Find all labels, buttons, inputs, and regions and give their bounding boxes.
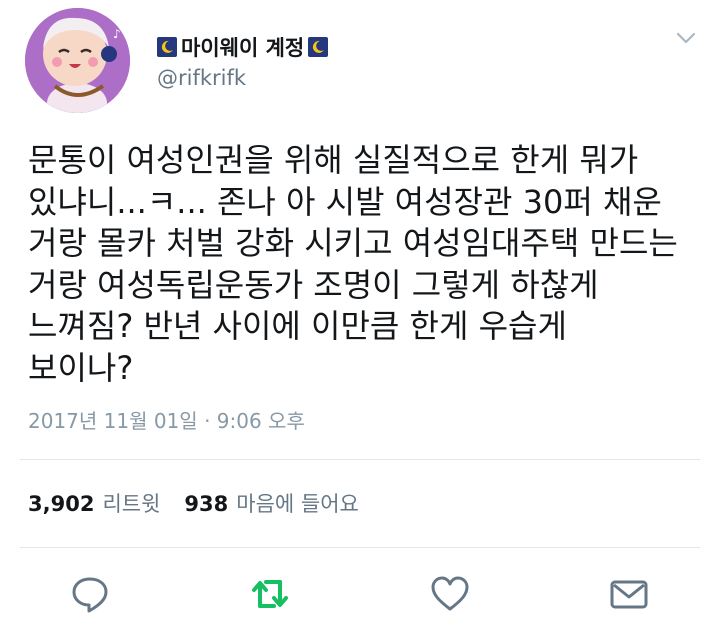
retweet-icon	[252, 580, 288, 608]
reply-icon	[72, 577, 108, 613]
tweet-header: ♪ 마이웨이 계정 @rifkrifk	[0, 0, 720, 130]
like-label[interactable]: 마음에 들어요	[236, 488, 359, 518]
crescent-moon-icon	[308, 37, 329, 57]
display-name: 마이웨이 계정	[181, 36, 305, 60]
tweet-text: 문통이 여성인권을 위해 실질적으로 한게 뭐가 있냐니...ㅋ... 존나 아…	[28, 140, 708, 389]
engagement-stats: 3,902 리트윗 938 마음에 들어요	[28, 488, 383, 518]
avatar-illustration: ♪	[25, 8, 130, 113]
svg-text:♪: ♪	[113, 27, 121, 41]
avatar[interactable]: ♪	[25, 8, 130, 113]
reply-button[interactable]	[68, 572, 112, 616]
heart-icon	[431, 576, 469, 611]
retweet-count[interactable]: 3,902	[28, 492, 94, 516]
envelope-icon	[610, 580, 648, 609]
tweet-text-line: 문통이 여성인권을 위해 실질적으로 한게 뭐가	[28, 141, 639, 179]
tweet-text-line: 보이나?	[28, 348, 134, 387]
action-bar	[0, 572, 720, 622]
divider	[20, 547, 700, 548]
crescent-moon-icon	[157, 37, 177, 57]
like-count[interactable]: 938	[184, 492, 228, 516]
tweet-timestamp: 2017년 11월 01일 · 9:06 오후	[28, 409, 305, 433]
divider	[20, 459, 700, 460]
tweet-text-line: 거랑 몰카 처벌 강화 시키고 여성임대주택 만드는	[28, 224, 678, 262]
tweet-text-line: 있냐니...ㅋ... 존나 아 시발 여성장관 30퍼 채운	[28, 182, 662, 221]
display-name-row[interactable]: 마이웨이 계정	[157, 33, 329, 61]
chevron-down-icon[interactable]	[674, 26, 698, 50]
tweet-text-line: 느껴짐? 반년 사이에 이만큼 한게 우습게	[28, 307, 567, 345]
message-button[interactable]	[607, 572, 651, 616]
retweet-label[interactable]: 리트윗	[102, 488, 160, 518]
like-button[interactable]	[428, 572, 472, 616]
user-handle[interactable]: @rifkrifk	[157, 66, 246, 90]
retweet-button[interactable]	[248, 572, 292, 616]
tweet-text-line: 거랑 여성독립운동가 조명이 그렇게 하찮게	[28, 265, 599, 304]
